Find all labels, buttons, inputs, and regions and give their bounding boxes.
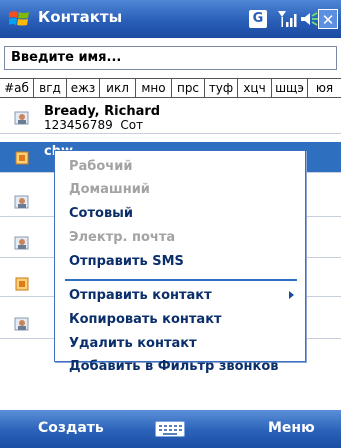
app-title: Контакты (38, 8, 123, 26)
g-status-icon[interactable]: G (249, 10, 267, 28)
list-divider (0, 133, 341, 134)
alpha-tab[interactable]: прс (172, 79, 205, 97)
title-bar: Контакты G ✕ (0, 0, 341, 38)
search-input[interactable]: Введите имя... (4, 46, 337, 70)
contact-number: 123456789 Сот (44, 118, 144, 132)
contact-card-icon (15, 151, 29, 165)
contact-card-icon (14, 195, 29, 209)
volume-icon[interactable] (298, 8, 320, 30)
alpha-tab[interactable]: шщэ (272, 79, 308, 97)
bottom-bar: Создать Меню (0, 410, 341, 448)
alpha-tab[interactable]: хцч (238, 79, 272, 97)
contact-card-icon (14, 317, 29, 331)
alphabet-tabs: #аб вгд ежз икл мно прс туф хцч шщэ юя (0, 78, 341, 98)
create-softkey[interactable]: Создать (38, 420, 104, 436)
search-placeholder: Введите имя... (11, 50, 122, 65)
menu-item-send-contact[interactable]: Отправить контакт (69, 288, 212, 303)
menu-item-work: Рабочий (69, 159, 133, 174)
contact-card-icon (14, 236, 29, 250)
alpha-tab[interactable]: #аб (0, 79, 34, 97)
context-menu: Рабочий Домашний Сотовый Электр. почта О… (54, 150, 306, 374)
menu-item-delete-contact[interactable]: Удалить контакт (69, 336, 197, 351)
close-button[interactable]: ✕ (318, 9, 338, 29)
signal-strength-icon[interactable] (276, 8, 298, 30)
menu-item-copy-contact[interactable]: Копировать контакт (69, 312, 222, 327)
contact-row[interactable]: Bready, Richard 123456789 Сот (0, 102, 341, 132)
contact-card-icon (15, 277, 29, 291)
alpha-tab[interactable]: юя (308, 79, 341, 97)
menu-item-add-to-call-filter[interactable]: Добавить в Фильтр звонков (69, 359, 279, 374)
menu-softkey[interactable]: Меню (268, 420, 315, 436)
alpha-tab[interactable]: туф (205, 79, 238, 97)
contact-name: Bready, Richard (44, 104, 161, 119)
menu-item-send-sms[interactable]: Отправить SMS (69, 254, 184, 269)
alpha-tab[interactable]: икл (100, 79, 136, 97)
alpha-tab[interactable]: мно (136, 79, 172, 97)
submenu-arrow-icon (289, 291, 294, 299)
contact-card-icon (14, 111, 29, 125)
menu-item-home: Домашний (69, 182, 150, 197)
menu-item-mobile[interactable]: Сотовый (69, 206, 133, 221)
alpha-tab[interactable]: вгд (34, 79, 67, 97)
menu-separator (65, 279, 297, 281)
windows-start-icon[interactable] (6, 6, 32, 32)
keyboard-icon[interactable] (155, 421, 185, 437)
menu-item-email: Электр. почта (69, 230, 176, 245)
alpha-tab[interactable]: ежз (67, 79, 100, 97)
